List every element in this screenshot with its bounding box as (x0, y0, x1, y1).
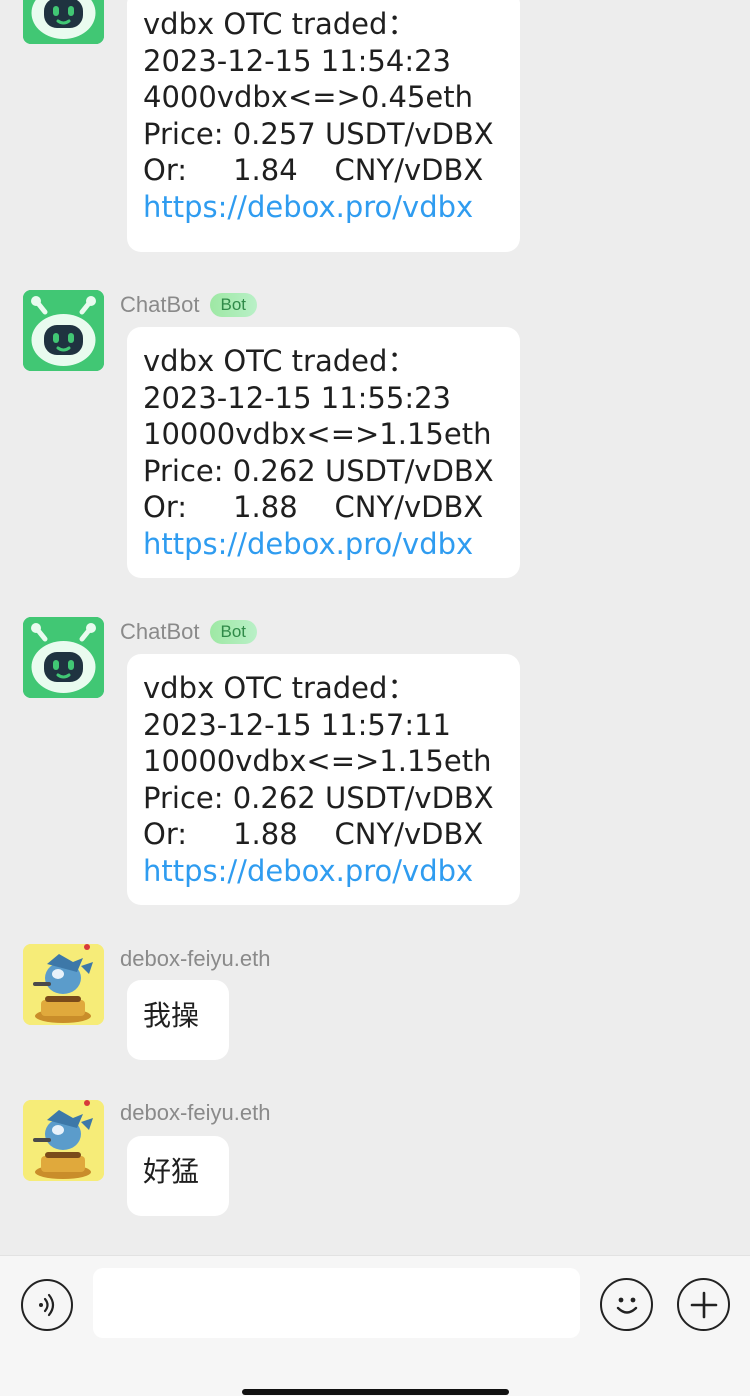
message-bubble[interactable]: vdbx OTC traded： 2023-12-15 11:55:23 100… (127, 327, 520, 578)
message-line: Or: 1.88 CNY/vDBX (143, 490, 484, 525)
message-line: 2023-12-15 11:55:23 (143, 380, 451, 415)
user-avatar[interactable] (23, 1100, 104, 1181)
message-line: 2023-12-15 11:54:23 (143, 43, 451, 78)
emoji-button[interactable] (600, 1278, 653, 1331)
message-line: 10000vdbx<=>1.15eth (143, 417, 492, 452)
chat-area: vdbx OTC traded： 2023-12-15 11:54:23 400… (0, 0, 750, 1255)
message-bubble[interactable]: 好猛 (127, 1136, 229, 1216)
message-bubble[interactable]: vdbx OTC traded： 2023-12-15 11:54:23 400… (127, 0, 520, 252)
message-bubble[interactable]: 我操 (127, 980, 229, 1060)
sender-name[interactable]: debox-feiyu.eth (120, 946, 270, 972)
sender-name-row: ChatBot Bot (120, 619, 258, 645)
sender-name[interactable]: ChatBot (120, 292, 200, 318)
robot-icon (23, 617, 104, 698)
chatbot-avatar[interactable] (23, 0, 104, 44)
voice-icon (39, 1293, 55, 1317)
emoji-icon (616, 1297, 637, 1314)
input-bar (0, 1255, 750, 1396)
sender-name-row: ChatBot Bot (120, 292, 258, 318)
message-line: Price: 0.262 USDT/vDBX (143, 453, 494, 488)
nft-avatar-icon (23, 1100, 104, 1181)
message-line: vdbx OTC traded： (143, 671, 417, 705)
message-line: 4000vdbx<=>0.45eth (143, 80, 474, 115)
voice-button[interactable] (21, 1279, 73, 1331)
message-link[interactable]: https://debox.pro/vdbx (143, 526, 504, 563)
sender-name[interactable]: ChatBot (120, 619, 200, 645)
message-link[interactable]: https://debox.pro/vdbx (143, 189, 504, 226)
message-line: Price: 0.262 USDT/vDBX (143, 780, 494, 815)
sender-name[interactable]: debox-feiyu.eth (120, 1100, 270, 1126)
plus-icon (690, 1291, 717, 1318)
sender-name-row: debox-feiyu.eth (120, 1100, 270, 1126)
message-line: vdbx OTC traded： (143, 344, 417, 378)
user-avatar[interactable] (23, 944, 104, 1025)
bot-badge: Bot (209, 620, 258, 644)
message-text: 我操 (143, 999, 200, 1032)
sender-name-row: debox-feiyu.eth (120, 946, 270, 972)
robot-icon (23, 0, 104, 44)
message-text: 好猛 (143, 1155, 200, 1188)
message-line: 10000vdbx<=>1.15eth (143, 744, 492, 779)
message-link[interactable]: https://debox.pro/vdbx (143, 853, 504, 890)
nft-avatar-icon (23, 944, 104, 1025)
add-button[interactable] (677, 1278, 730, 1331)
chatbot-avatar[interactable] (23, 617, 104, 698)
home-indicator[interactable] (242, 1389, 509, 1395)
message-line: vdbx OTC traded： (143, 7, 417, 41)
bot-badge: Bot (209, 293, 258, 317)
message-line: Or: 1.84 CNY/vDBX (143, 153, 484, 188)
message-line: Price: 0.257 USDT/vDBX (143, 116, 494, 151)
chatbot-avatar[interactable] (23, 290, 104, 371)
message-line: 2023-12-15 11:57:11 (143, 707, 451, 742)
message-line: Or: 1.88 CNY/vDBX (143, 817, 484, 852)
robot-icon (23, 290, 104, 371)
message-bubble[interactable]: vdbx OTC traded： 2023-12-15 11:57:11 100… (127, 654, 520, 905)
message-input[interactable] (93, 1268, 580, 1338)
